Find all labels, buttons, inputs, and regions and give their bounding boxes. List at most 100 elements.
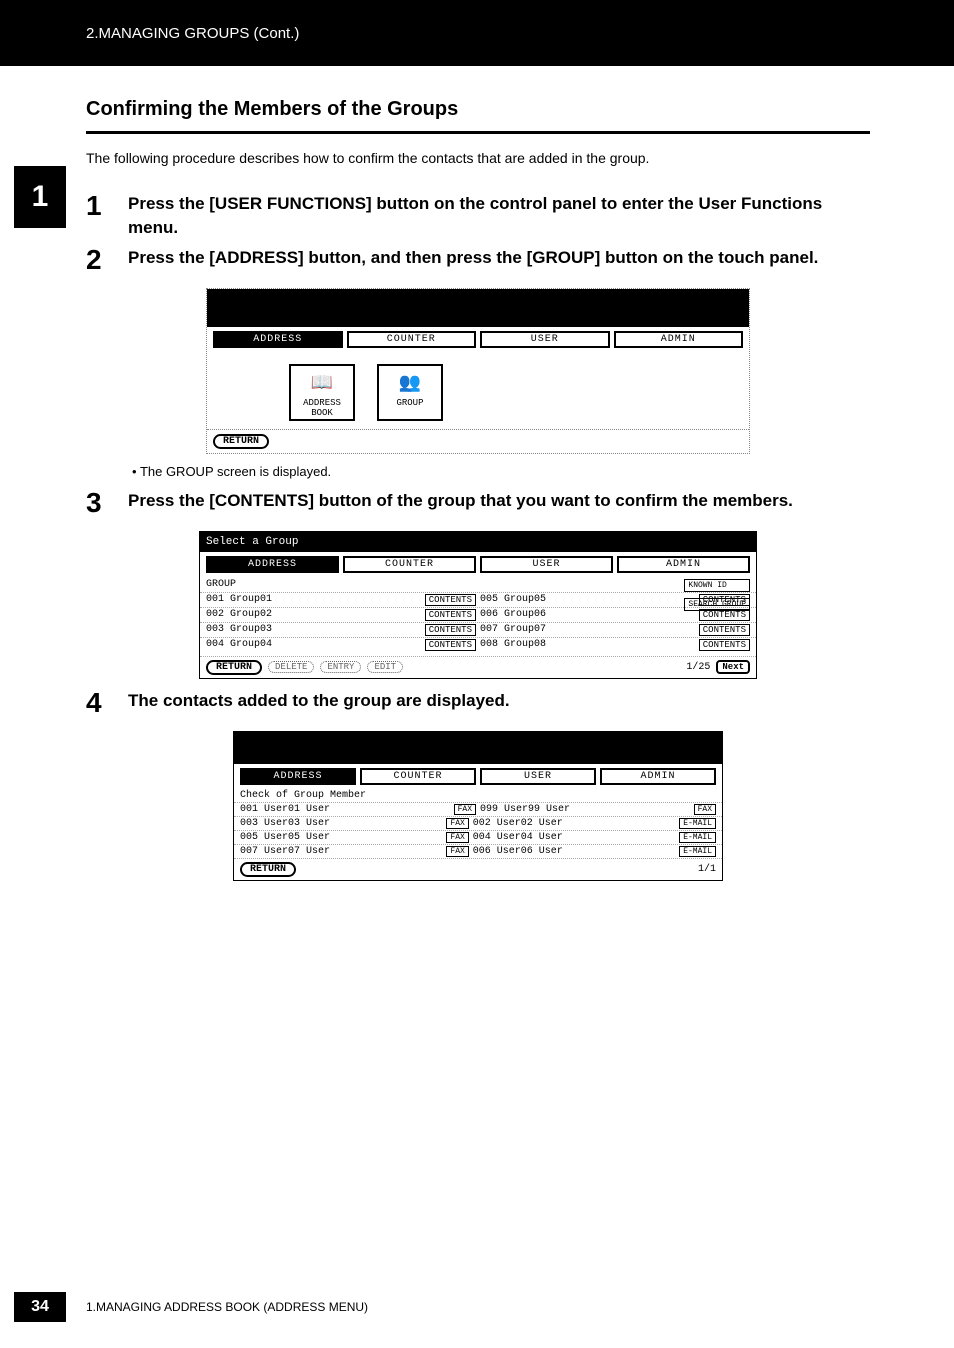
tab-address[interactable]: ADDRESS [206,556,339,573]
group-id: 006 [480,609,500,620]
tab-user[interactable]: USER [480,556,613,573]
member-name: User05 User [264,832,442,843]
type-tag: FAX [446,846,468,857]
entry-button: ENTRY [320,661,361,673]
type-tag: FAX [446,832,468,843]
member-name: User07 User [264,846,442,857]
group-icon: 👥 [379,368,441,398]
member-id: 099 [480,804,500,815]
member-id: 002 [473,818,493,829]
member-row: 001 User01 User FAX 099 User99 User FAX [234,803,722,817]
member-id: 004 [473,832,493,843]
step-1-text: Press the [USER FUNCTIONS] button on the… [128,192,870,240]
member-row: 003 User03 User FAX 002 User02 User E-MA… [234,817,722,831]
member-id: 007 [240,846,260,857]
return-button[interactable]: RETURN [206,660,262,675]
group-id: 001 [206,594,226,605]
address-book-icon: 📖 [291,368,353,398]
contents-button[interactable]: CONTENTS [425,624,476,636]
intro-text: The following procedure describes how to… [86,150,870,166]
member-name: User04 User [497,832,675,843]
member-id: 003 [240,818,260,829]
member-name: User02 User [497,818,675,829]
group-row: 004 Group04 CONTENTS 008 Group08 CONTENT… [200,637,756,652]
page-footer: 34 1.MANAGING ADDRESS BOOK (ADDRESS MENU… [0,1292,954,1322]
tab-user[interactable]: USER [480,768,596,785]
step-4: 4 The contacts added to the group are di… [86,689,870,717]
return-button[interactable]: RETURN [240,862,296,877]
step-4-text: The contacts added to the group are disp… [128,689,510,717]
group-label: GROUP [379,398,441,408]
step-2-number: 2 [86,246,128,274]
edit-button: EDIT [367,661,403,673]
group-id: 002 [206,609,226,620]
step-3-text: Press the [CONTENTS] button of the group… [128,489,793,517]
tab-user[interactable]: USER [480,331,610,348]
screen1-tabrow: ADDRESS COUNTER USER ADMIN [207,327,749,352]
type-tag: FAX [446,818,468,829]
type-tag: E-MAIL [679,818,716,829]
screenshot-select-group: Select a Group ADDRESS COUNTER USER ADMI… [199,531,757,679]
step-3-number: 3 [86,489,128,517]
group-row: 001 Group01 CONTENTS 005 Group05 CONTENT… [200,592,756,607]
step-4-number: 4 [86,689,128,717]
group-id: 007 [480,624,500,635]
step-2-text: Press the [ADDRESS] button, and then pre… [128,246,818,274]
member-name: User01 User [264,804,450,815]
group-row: 002 Group02 CONTENTS 006 Group06 CONTENT… [200,607,756,622]
group-name[interactable]: Group07 [504,624,695,635]
pager-text: 1/1 [698,864,716,875]
screen3-black-bar [234,732,722,764]
group-id: 008 [480,639,500,650]
tab-admin[interactable]: ADMIN [600,768,716,785]
tab-counter[interactable]: COUNTER [343,556,476,573]
step-2: 2 Press the [ADDRESS] button, and then p… [86,246,870,274]
type-tag: E-MAIL [679,846,716,857]
screenshot-address-group: ADDRESS COUNTER USER ADMIN 📖 ADDRESS BOO… [206,288,750,454]
tab-admin[interactable]: ADMIN [617,556,750,573]
group-button[interactable]: 👥 GROUP [377,364,443,421]
member-name: User99 User [504,804,690,815]
known-id-button[interactable]: KNOWN ID [684,579,750,592]
group-name[interactable]: Group05 [504,594,695,605]
group-name[interactable]: Group03 [230,624,421,635]
contents-button[interactable]: CONTENTS [425,594,476,606]
contents-button[interactable]: CONTENTS [425,639,476,651]
chapter-tab: 1 [14,166,66,228]
header-band: 2.MANAGING GROUPS (Cont.) [0,0,954,66]
group-name[interactable]: Group06 [504,609,695,620]
member-name: User06 User [497,846,675,857]
contents-button[interactable]: CONTENTS [699,639,750,651]
tab-admin[interactable]: ADMIN [614,331,744,348]
group-name[interactable]: Group01 [230,594,421,605]
contents-button[interactable]: CONTENTS [425,609,476,621]
step-3: 3 Press the [CONTENTS] button of the gro… [86,489,870,517]
next-button[interactable]: Next [716,660,750,674]
member-name: User03 User [264,818,442,829]
group-name[interactable]: Group08 [504,639,695,650]
address-book-button[interactable]: 📖 ADDRESS BOOK [289,364,355,421]
step-1-number: 1 [86,192,128,240]
section-rule [86,131,870,134]
group-row: 003 Group03 CONTENTS 007 Group07 CONTENT… [200,622,756,637]
step-1: 1 Press the [USER FUNCTIONS] button on t… [86,192,870,240]
member-id: 005 [240,832,260,843]
type-tag: FAX [694,804,716,815]
tab-counter[interactable]: COUNTER [347,331,477,348]
type-tag: E-MAIL [679,832,716,843]
tab-address[interactable]: ADDRESS [240,768,356,785]
screen2-title: Select a Group [200,532,756,552]
step-2-note: • The GROUP screen is displayed. [132,464,870,479]
type-tag: FAX [454,804,476,815]
contents-button[interactable]: CONTENTS [699,624,750,636]
group-name[interactable]: Group04 [230,639,421,650]
delete-button: DELETE [268,661,314,673]
check-label: Check of Group Member [234,789,722,803]
tab-counter[interactable]: COUNTER [360,768,476,785]
group-name[interactable]: Group02 [230,609,421,620]
return-button[interactable]: RETURN [213,434,269,449]
pager-text: 1/25 [686,662,710,673]
tab-address[interactable]: ADDRESS [213,331,343,348]
group-id: 004 [206,639,226,650]
search-group-button[interactable]: SEARCH GROUP [684,598,750,611]
